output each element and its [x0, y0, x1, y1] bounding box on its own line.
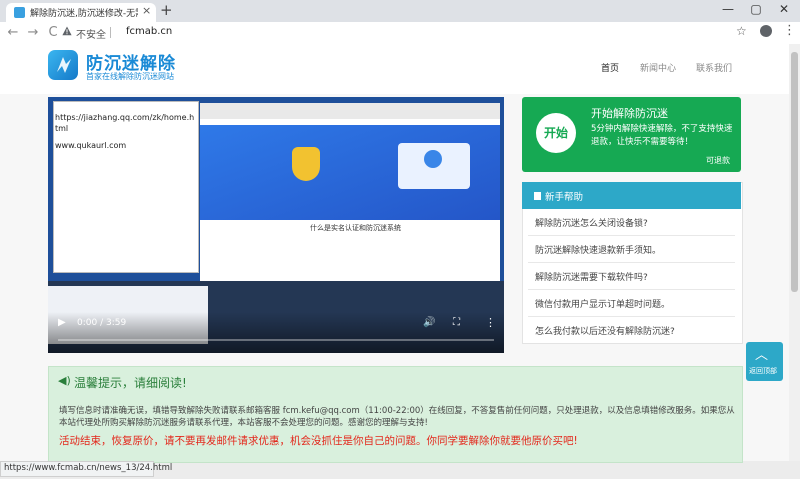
notice-title: 温馨提示，请细阅读! [74, 376, 187, 390]
help-item[interactable]: 解除防沉迷怎么关闭设备锁? [535, 216, 735, 229]
favicon-icon [14, 7, 25, 18]
start-title[interactable]: 开始解除防沉迷 [591, 105, 668, 121]
help-title: 新手帮助 [545, 192, 584, 203]
note-url: https://jiazhang.qq.com/zk/home.html [55, 113, 195, 133]
help-item[interactable]: 解除防沉迷需要下载软件吗? [535, 270, 735, 283]
video-notepad: https://jiazhang.qq.com/zk/home.html www… [53, 101, 199, 273]
reload-button[interactable]: C [46, 25, 60, 40]
video-time: 0:00 / 3:59 [77, 318, 127, 328]
warning-icon[interactable] [62, 26, 72, 36]
start-description: 5分钟内解除快速解除，不了支持快速退款，让快乐不需要等待！ [591, 124, 733, 147]
nav-news[interactable]: 新闻中心 [640, 61, 676, 74]
help-divider [528, 262, 735, 263]
logo-icon[interactable] [48, 50, 78, 80]
video-menu-icon[interactable]: ⋮ [485, 316, 496, 329]
shield-icon [292, 147, 320, 181]
logo-subtitle: 首家在线解除防沉迷网站 [86, 72, 174, 81]
profile-icon[interactable] [760, 25, 772, 37]
start-button[interactable]: 开始 [536, 113, 576, 153]
video-browser-chrome [200, 103, 500, 119]
speaker-icon: ◀) [58, 374, 71, 387]
url-separator [110, 27, 111, 38]
back-button[interactable]: ← [6, 25, 20, 40]
fullscreen-icon[interactable]: ⛶ [453, 317, 460, 328]
help-item[interactable]: 怎么我付款以后还没有解除防沉迷? [535, 324, 735, 337]
status-url: https://www.fcmab.cn/news_13/24.html [4, 463, 173, 473]
face-icon [424, 150, 442, 168]
help-divider [528, 289, 735, 290]
browser-tab[interactable]: 解除防沉迷,防沉迷修改-无需二次... × [6, 3, 156, 22]
tab-close-icon[interactable]: × [142, 4, 151, 17]
tab-title: 解除防沉迷,防沉迷修改-无需二次... [30, 9, 138, 19]
scrollbar-thumb[interactable] [791, 52, 798, 292]
minimize-button[interactable]: — [718, 2, 738, 16]
address-toolbar [0, 22, 800, 45]
note-site: www.qukaurl.com [55, 141, 127, 150]
help-divider [528, 235, 735, 236]
volume-icon[interactable]: 🔊 [423, 317, 435, 328]
forward-button[interactable]: → [26, 25, 40, 40]
new-tab-button[interactable]: + [160, 1, 173, 19]
video-heading: 什么是实名认证和防沉迷系统 [310, 224, 401, 232]
help-item[interactable]: 微信付款用户显示订单超时问题。 [535, 297, 735, 310]
help-item[interactable]: 防沉迷解除快速退款新手须知。 [535, 243, 735, 256]
video-progress-bar[interactable] [58, 339, 494, 341]
star-icon[interactable]: ☆ [736, 24, 747, 38]
notice-body: 填写信息时请准确无误，填错导致解除失败请联系邮箱客服 fcm.kefu@qq.c… [59, 406, 735, 428]
refund-label: 可退款 [706, 156, 730, 165]
close-window-button[interactable]: ✕ [774, 2, 794, 16]
play-icon[interactable]: ▶ [58, 317, 66, 328]
maximize-button[interactable]: ▢ [746, 2, 766, 16]
back-to-top-label[interactable]: 返回顶部 [749, 366, 777, 376]
security-label[interactable]: 不安全 [76, 26, 106, 41]
bookmark-icon [534, 192, 541, 200]
notice-highlight: 活动结束，恢复原价，请不要再发邮件请求优惠，机会没抓住是你自己的问题。你同学要解… [59, 435, 578, 447]
help-divider [528, 316, 735, 317]
chevron-up-icon[interactable]: ︿ [755, 344, 768, 363]
url-field[interactable]: fcmab.cn [126, 26, 172, 37]
nav-home[interactable]: 首页 [601, 61, 619, 74]
menu-dots-icon[interactable]: ⋮ [783, 23, 796, 38]
nav-contact[interactable]: 联系我们 [696, 61, 732, 74]
